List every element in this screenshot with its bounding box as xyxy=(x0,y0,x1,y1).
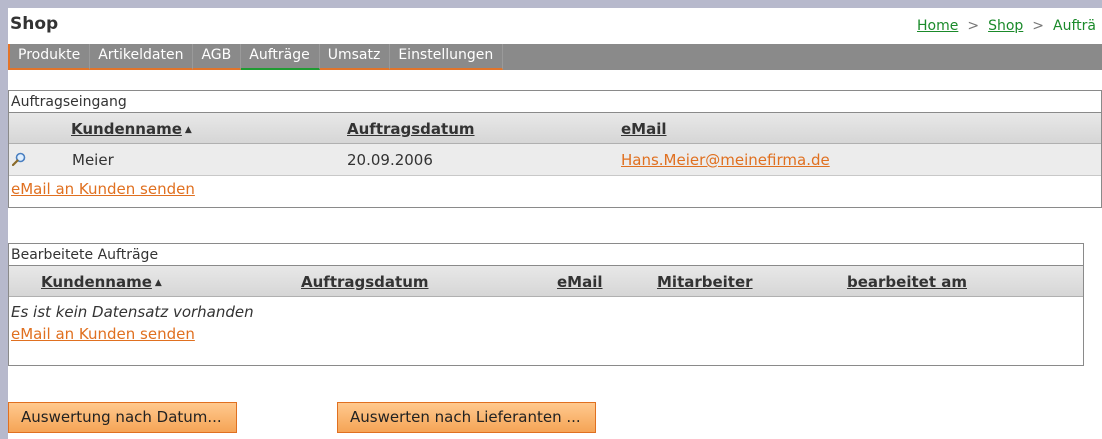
customer-name-cell: Meier xyxy=(72,151,114,169)
magnifier-icon[interactable] xyxy=(12,152,26,166)
email-cell: Hans.Meier@meinefirma.de xyxy=(621,151,830,169)
tab-agb[interactable]: AGB xyxy=(193,44,242,70)
column-header-auftragsdatum[interactable]: Auftragsdatum xyxy=(301,273,429,291)
customer-email-link[interactable]: Hans.Meier@meinefirma.de xyxy=(621,151,830,169)
breadcrumb-separator: > xyxy=(967,18,980,34)
evaluate-by-date-button[interactable]: Auswertung nach Datum... xyxy=(8,402,237,433)
tab-einstellungen[interactable]: Einstellungen xyxy=(390,44,504,70)
breadcrumb: Home > Shop > Aufträ xyxy=(917,18,1096,34)
column-header-email[interactable]: eMail xyxy=(621,120,667,138)
breadcrumb-separator: > xyxy=(1032,18,1045,34)
column-header-mitarbeiter[interactable]: Mitarbeiter xyxy=(657,273,753,291)
table-header: Kundenname ▲ Auftragsdatum eMail Mitarbei… xyxy=(9,266,1083,297)
tab-umsatz[interactable]: Umsatz xyxy=(319,44,391,70)
send-email-link[interactable]: eMail an Kunden senden xyxy=(9,321,1083,343)
column-header-kundenname[interactable]: Kundenname ▲ xyxy=(71,120,192,138)
processed-orders-panel: Bearbeitete Aufträge Kundenname ▲ Auftrag… xyxy=(8,243,1084,366)
column-header-kundenname[interactable]: Kundenname ▲ xyxy=(41,273,162,291)
breadcrumb-home-link[interactable]: Home xyxy=(917,18,958,34)
tab-artikeldaten[interactable]: Artikeldaten xyxy=(90,44,194,70)
empty-table-message: Es ist kein Datensatz vorhanden xyxy=(11,303,254,321)
tab-produkte[interactable]: Produkte xyxy=(8,44,91,70)
column-header-bearbeitet-am[interactable]: bearbeitet am xyxy=(847,273,967,291)
send-email-link[interactable]: eMail an Kunden senden xyxy=(9,176,1101,198)
app-title: Shop xyxy=(10,14,59,34)
breadcrumb-shop-link[interactable]: Shop xyxy=(988,18,1023,34)
evaluate-by-supplier-button[interactable]: Auswerten nach Lieferanten ... xyxy=(337,402,596,433)
tab-bar: Produkte Artikeldaten AGB Aufträge Umsat… xyxy=(8,44,1102,70)
panel-title: Bearbeitete Aufträge xyxy=(9,244,1083,266)
column-header-email[interactable]: eMail xyxy=(557,273,603,291)
header: Shop Home > Shop > Aufträ xyxy=(8,8,1102,42)
table-header: Kundenname ▲ Auftragsdatum eMail xyxy=(9,113,1101,144)
order-date-cell: 20.09.2006 xyxy=(347,151,433,169)
window-frame: Shop Home > Shop > Aufträ Produkte Artikelda… xyxy=(0,0,1102,439)
table-row[interactable]: Meier 20.09.2006 Hans.Meier@meinefirma.d… xyxy=(9,144,1101,176)
panel-title: Auftragseingang xyxy=(9,91,1101,113)
column-header-auftragsdatum[interactable]: Auftragsdatum xyxy=(347,120,475,138)
breadcrumb-current: Aufträ xyxy=(1053,18,1096,34)
shop-page: Shop Home > Shop > Aufträ Produkte Artikelda… xyxy=(8,8,1102,439)
incoming-orders-panel: Auftragseingang Kundenname ▲ Auftragsdatu… xyxy=(8,90,1102,208)
sort-ascending-icon: ▲ xyxy=(184,125,192,135)
tab-auftraege[interactable]: Aufträge xyxy=(241,44,320,70)
sort-ascending-icon: ▲ xyxy=(154,278,162,288)
